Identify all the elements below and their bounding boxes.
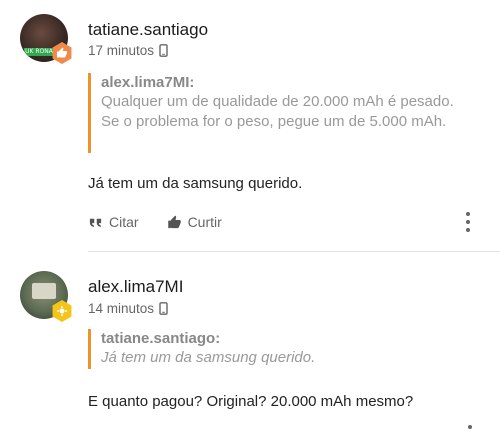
comment-item: UK RONA tatiane.santiago 17 minutos alex… xyxy=(0,0,500,252)
quote-button[interactable]: Citar xyxy=(88,214,139,230)
thumbs-up-icon xyxy=(167,215,181,228)
like-button-label: Curtir xyxy=(187,214,222,230)
phone-icon xyxy=(159,44,168,57)
avatar-tag: UK RONA xyxy=(24,48,54,56)
quote-button-label: Citar xyxy=(109,214,139,230)
quote-block: tatiane.santiago: Já tem um da samsung q… xyxy=(88,329,371,369)
like-button[interactable]: Curtir xyxy=(167,214,222,230)
comment-body: Já tem um da samsung querido. xyxy=(88,175,303,192)
more-vertical-icon[interactable] xyxy=(468,425,472,429)
quote-author: tatiane.santiago: xyxy=(101,330,221,347)
comment-actions: Citar Curtir xyxy=(88,214,222,230)
username[interactable]: alex.lima7MI xyxy=(88,277,183,297)
avatar-image xyxy=(32,283,56,299)
more-vertical-icon[interactable] xyxy=(464,212,472,232)
divider xyxy=(88,251,500,252)
timestamp: 14 minutos xyxy=(88,301,155,316)
comment-body: E quanto pagou? Original? 20.000 mAh mes… xyxy=(88,393,414,410)
quote-author: alex.lima7MI: xyxy=(101,74,195,91)
comment-meta: 17 minutos xyxy=(88,43,168,58)
comment-item: alex.lima7MI 14 minutos tatiane.santiago… xyxy=(0,253,500,433)
comment-meta: 14 minutos xyxy=(88,301,168,316)
phone-icon xyxy=(159,302,168,315)
quote-block: alex.lima7MI: Qualquer um de qualidade d… xyxy=(88,73,461,153)
quote-text: Qualquer um de qualidade de 20.000 mAh é… xyxy=(101,93,454,130)
quote-icon xyxy=(89,218,102,227)
timestamp: 17 minutos xyxy=(88,43,155,58)
username[interactable]: tatiane.santiago xyxy=(88,20,208,40)
quote-text: Já tem um da samsung querido. xyxy=(101,349,316,366)
